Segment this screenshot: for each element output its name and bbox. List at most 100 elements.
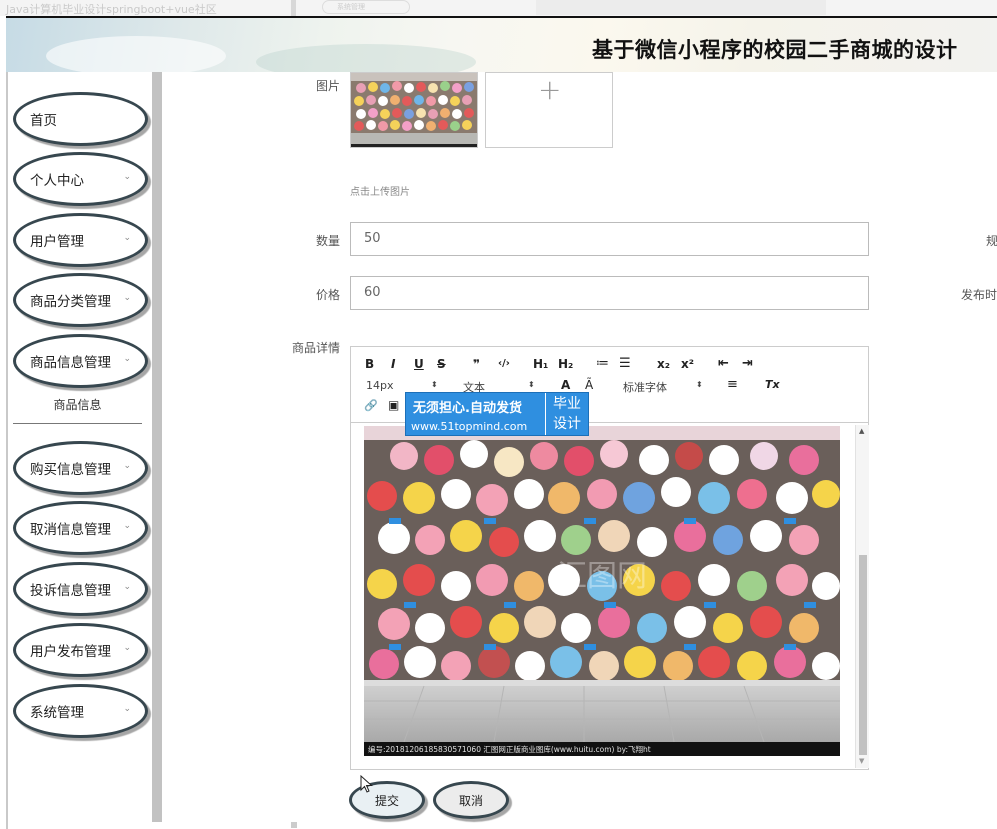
sidebar-item-label: 取消信息管理 <box>30 522 111 538</box>
text-style-select-arrow-icon: ⬍ <box>528 380 535 389</box>
stock-watermark: 汇图网 <box>557 559 647 594</box>
underline-icon[interactable]: U <box>414 357 424 371</box>
code-icon[interactable]: ‹/› <box>498 358 510 369</box>
plush-toys-thumbnail-image <box>351 73 477 147</box>
cancel-button-label: 取消 <box>458 793 483 808</box>
chevron-down-icon: ⌄ <box>123 172 131 182</box>
sidebar-item-label: 用户发布管理 <box>30 644 111 660</box>
sidebar-item-personal-center[interactable]: 个人中心 ⌄ <box>13 152 148 206</box>
sidebar-subitem-label: 商品信息 <box>53 398 102 412</box>
blockquote-icon[interactable]: ❞ <box>473 357 480 371</box>
sidebar-item-user-management[interactable]: 用户管理 ⌄ <box>13 213 148 267</box>
promo-tag-line2: 设计 <box>553 416 581 432</box>
page: Java计算机毕业设计springboot+vue社区 系统管理 基于微信小程序… <box>0 0 997 829</box>
font-family-select[interactable]: 标准字体 <box>623 379 667 395</box>
heading2-icon[interactable]: H₂ <box>558 357 573 371</box>
outdent-icon[interactable]: ⇤ <box>718 356 729 371</box>
quantity-input[interactable]: 50 <box>350 222 869 256</box>
mouse-cursor-icon <box>360 775 373 793</box>
promo-tag-line1: 毕业 <box>553 396 581 412</box>
sidebar-item-home[interactable]: 首页 <box>13 92 148 146</box>
italic-icon[interactable]: I <box>391 357 395 371</box>
publish-time-label-truncated: 发布时 <box>961 288 997 302</box>
banner-cloud-decoration <box>46 36 226 72</box>
sidebar-left-border <box>6 72 8 829</box>
image-icon[interactable]: ▣ <box>388 398 399 412</box>
sidebar-item-label: 商品信息管理 <box>30 355 111 371</box>
image-upload-button[interactable]: + <box>485 72 613 148</box>
background-strip: Java计算机毕业设计springboot+vue社区 系统管理 <box>0 0 997 16</box>
sidebar-item-complaint-management[interactable]: 投诉信息管理 ⌄ <box>13 562 148 616</box>
background-faded-block <box>536 0 826 15</box>
strikethrough-icon[interactable]: S <box>437 357 446 371</box>
editor-scrollbar[interactable]: ▲ ▼ <box>855 425 869 768</box>
image-label: 图片 <box>315 79 340 93</box>
detail-label: 商品详情 <box>291 341 340 355</box>
chevron-down-icon: ⌄ <box>123 354 131 364</box>
sidebar-item-label: 购买信息管理 <box>30 462 111 478</box>
chevron-down-icon: ⌄ <box>123 704 131 714</box>
sidebar-item-purchase-management[interactable]: 购买信息管理 ⌄ <box>13 441 148 495</box>
product-image-thumbnail[interactable] <box>350 72 478 148</box>
quantity-label: 数量 <box>315 234 340 248</box>
background-artifact <box>291 822 297 828</box>
sidebar-item-product-management[interactable]: 商品信息管理 ⌄ <box>13 334 148 388</box>
chevron-down-icon: ⌄ <box>123 293 131 303</box>
chevron-down-icon: ⌄ <box>123 233 131 243</box>
heading1-icon[interactable]: H₁ <box>533 357 548 371</box>
submit-button-label: 提交 <box>374 793 399 808</box>
font-size-select[interactable]: 14px <box>366 379 394 392</box>
sidebar-item-label: 商品分类管理 <box>30 294 111 310</box>
bold-icon[interactable]: B <box>365 357 374 371</box>
subscript-icon[interactable]: x₂ <box>657 357 670 371</box>
sidebar-item-label: 用户管理 <box>30 234 84 250</box>
background-color-icon[interactable]: Ã <box>585 378 593 392</box>
chevron-down-icon: ⌄ <box>123 461 131 471</box>
sidebar-item-label: 系统管理 <box>30 705 84 721</box>
plush-toys-shelf-image: 汇图网 编号:20181206185830571060 汇图网正版商业图库(ww… <box>364 426 840 756</box>
font-color-icon[interactable]: A <box>561 378 570 392</box>
promo-line1: 无须担心.自动发货 <box>413 401 522 416</box>
clear-format-icon[interactable]: Tx <box>765 378 780 391</box>
site-title: 基于微信小程序的校园二手商城的设计 <box>592 38 958 62</box>
bullet-list-icon[interactable]: ☰ <box>619 356 631 371</box>
sidebar-item-category-management[interactable]: 商品分类管理 ⌄ <box>13 273 148 327</box>
editor-content[interactable]: 汇图网 编号:20181206185830571060 汇图网正版商业图库(ww… <box>351 424 868 769</box>
background-faded-pill: 系统管理 <box>322 0 410 14</box>
chevron-down-icon: ⌄ <box>123 582 131 592</box>
sidebar-scrollbar[interactable] <box>152 72 162 822</box>
sidebar-item-cancel-management[interactable]: 取消信息管理 ⌄ <box>13 501 148 555</box>
scroll-down-arrow-icon[interactable]: ▼ <box>859 757 864 765</box>
price-input[interactable]: 60 <box>350 276 869 310</box>
sidebar-item-label: 首页 <box>30 113 57 129</box>
image-caption: 编号:20181206185830571060 汇图网正版商业图库(www.hu… <box>368 744 651 754</box>
promo-url: www.51topmind.com <box>411 420 528 433</box>
editor-embedded-image: 汇图网 编号:20181206185830571060 汇图网正版商业图库(ww… <box>364 426 840 756</box>
banner-cloud-decoration-2 <box>256 44 476 72</box>
promo-watermark-ad: 无须担心.自动发货 www.51topmind.com 毕业 设计 <box>405 392 589 436</box>
chevron-down-icon: ⌄ <box>123 643 131 653</box>
sidebar-item-system-management[interactable]: 系统管理 ⌄ <box>13 684 148 738</box>
font-family-select-arrow-icon: ⬍ <box>696 380 703 389</box>
header-banner: 基于微信小程序的校园二手商城的设计 <box>6 16 997 72</box>
background-faded-text: Java计算机毕业设计springboot+vue社区 <box>6 3 217 16</box>
indent-icon[interactable]: ⇥ <box>742 356 753 371</box>
cancel-button[interactable]: 取消 <box>433 781 509 819</box>
editor-scrollbar-thumb[interactable] <box>859 555 867 755</box>
spec-label-truncated: 规 <box>986 234 997 248</box>
sidebar-subitem-product-info[interactable]: 商品信息 <box>13 386 142 424</box>
ordered-list-icon[interactable]: ≔ <box>596 356 609 371</box>
promo-tag: 毕业 设计 <box>545 393 588 435</box>
chevron-down-icon: ⌄ <box>123 521 131 531</box>
sidebar-item-label: 个人中心 <box>30 173 84 189</box>
background-divider <box>291 0 296 16</box>
superscript-icon[interactable]: x² <box>681 357 694 371</box>
sidebar-item-label: 投诉信息管理 <box>30 583 111 599</box>
font-size-select-arrow-icon: ⬍ <box>431 380 438 389</box>
sidebar-item-publish-management[interactable]: 用户发布管理 ⌄ <box>13 623 148 677</box>
link-icon[interactable]: 🔗 <box>364 399 378 412</box>
price-label: 价格 <box>315 288 340 302</box>
plus-icon: + <box>538 73 562 106</box>
align-icon[interactable]: ≡ <box>727 377 738 392</box>
scroll-up-arrow-icon[interactable]: ▲ <box>859 427 864 435</box>
